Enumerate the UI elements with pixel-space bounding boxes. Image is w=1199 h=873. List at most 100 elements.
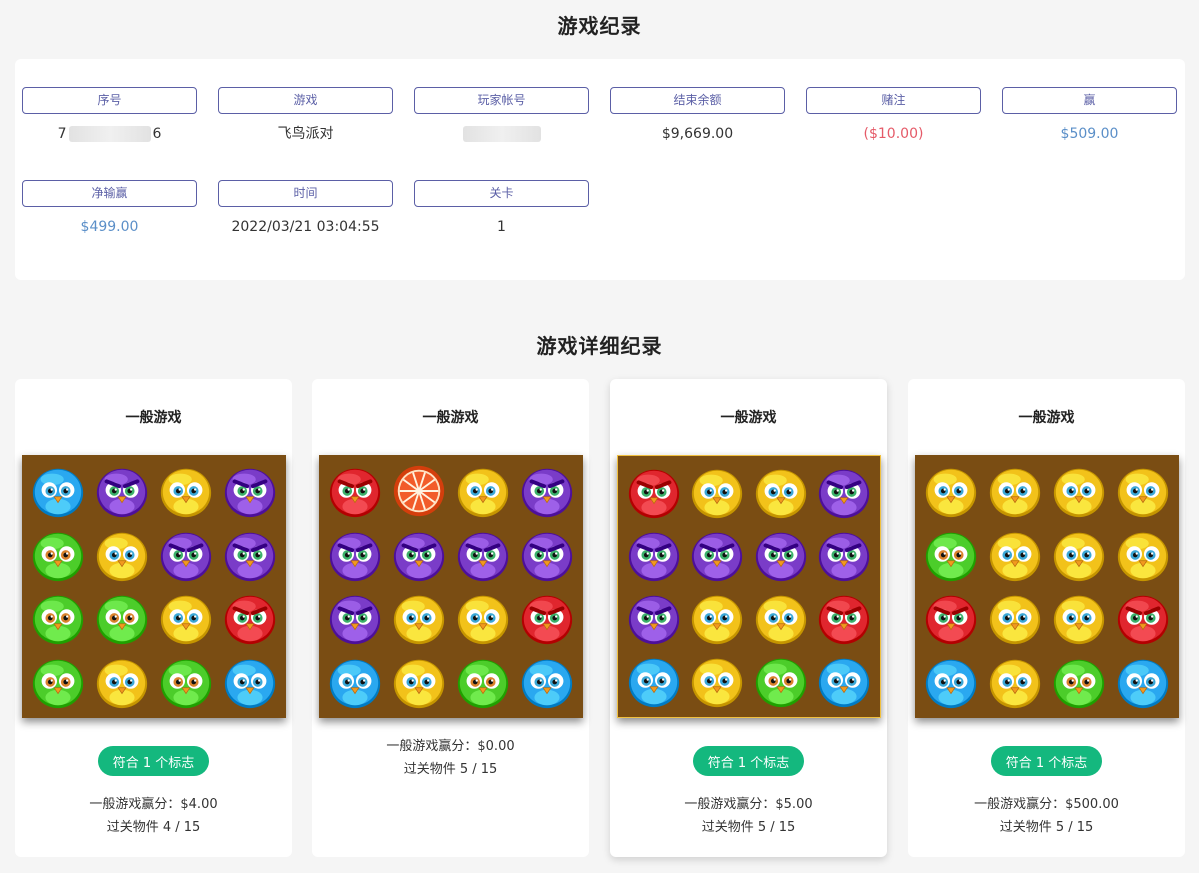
serial-prefix: 7 bbox=[57, 126, 67, 142]
yellow-bird-icon bbox=[451, 587, 515, 651]
blue-bird-icon bbox=[919, 650, 983, 714]
blue-bird-icon bbox=[26, 459, 90, 523]
field-label: 游戏 bbox=[218, 87, 393, 114]
purple-bird-icon bbox=[813, 523, 877, 586]
field-label: 关卡 bbox=[414, 180, 589, 207]
yellow-bird-icon bbox=[1047, 459, 1111, 523]
symbol-board bbox=[319, 455, 583, 718]
blue-bird-icon bbox=[515, 650, 579, 714]
field-value-player-account bbox=[414, 124, 589, 144]
symbol-board bbox=[915, 455, 1179, 718]
yellow-bird-icon bbox=[90, 650, 154, 714]
yellow-bird-icon bbox=[983, 523, 1047, 587]
yellow-bird-icon bbox=[749, 460, 813, 523]
match-symbol-button[interactable]: 符合 1 个标志 bbox=[98, 746, 209, 776]
green-bird-icon bbox=[26, 523, 90, 587]
red-bird-icon bbox=[515, 587, 579, 651]
green-bird-icon bbox=[154, 650, 218, 714]
page-title: 游戏纪录 bbox=[557, 14, 642, 38]
purple-bird-icon bbox=[813, 460, 877, 523]
yellow-bird-icon bbox=[749, 587, 813, 650]
field-label: 赌注 bbox=[806, 87, 981, 114]
field-label: 赢 bbox=[1002, 87, 1177, 114]
field-level: 关卡 1 bbox=[414, 180, 589, 237]
masked-account bbox=[462, 126, 541, 142]
purple-bird-icon bbox=[154, 523, 218, 587]
green-bird-icon bbox=[90, 587, 154, 651]
field-value-win: $509.00 bbox=[1060, 126, 1119, 142]
yellow-bird-icon bbox=[387, 650, 451, 714]
blue-bird-icon bbox=[813, 650, 877, 713]
green-bird-icon bbox=[451, 650, 515, 714]
field-value-end-balance: $9,669.00 bbox=[661, 126, 734, 142]
yellow-bird-icon bbox=[90, 523, 154, 587]
field-value-net-win: $499.00 bbox=[80, 219, 139, 235]
red-bird-icon bbox=[622, 460, 686, 523]
purple-bird-icon bbox=[218, 459, 282, 523]
yellow-bird-icon bbox=[983, 650, 1047, 714]
field-value-serial: 76 bbox=[22, 124, 197, 144]
green-bird-icon bbox=[749, 650, 813, 713]
round-title: 一般游戏 bbox=[720, 410, 777, 426]
yellow-bird-icon bbox=[686, 587, 750, 650]
round-card-3: 一般游戏 符合 1 个标志 一般游戏赢分：$5.00 过关物件 5 / 15 bbox=[610, 379, 887, 857]
field-label: 玩家帐号 bbox=[414, 87, 589, 114]
yellow-bird-icon bbox=[983, 459, 1047, 523]
purple-bird-icon bbox=[515, 459, 579, 523]
section-title: 游戏详细纪录 bbox=[536, 334, 663, 358]
purple-bird-icon bbox=[515, 523, 579, 587]
field-time: 时间 2022/03/21 03:04:55 bbox=[218, 180, 393, 237]
yellow-bird-icon bbox=[919, 459, 983, 523]
game-summary-card: 序号 76 游戏 飞鸟派对 玩家帐号 结束余额 $9,669.00 赌注 ($1… bbox=[15, 59, 1185, 280]
purple-bird-icon bbox=[323, 587, 387, 651]
round-score: 一般游戏赢分：$4.00 bbox=[89, 797, 218, 812]
yellow-bird-icon bbox=[1111, 523, 1175, 587]
serial-suffix: 6 bbox=[152, 126, 162, 142]
field-label: 净输赢 bbox=[22, 180, 197, 207]
yellow-bird-icon bbox=[154, 459, 218, 523]
purple-bird-icon bbox=[451, 523, 515, 587]
yellow-bird-icon bbox=[1047, 587, 1111, 651]
field-bet: 赌注 ($10.00) bbox=[806, 87, 981, 144]
round-title: 一般游戏 bbox=[422, 410, 479, 426]
round-title: 一般游戏 bbox=[125, 410, 182, 426]
yellow-bird-icon bbox=[686, 460, 750, 523]
green-bird-icon bbox=[26, 650, 90, 714]
field-value-time: 2022/03/21 03:04:55 bbox=[231, 219, 380, 235]
green-bird-icon bbox=[1047, 650, 1111, 714]
match-symbol-button[interactable]: 符合 1 个标志 bbox=[693, 746, 804, 776]
round-card-4: 一般游戏 符合 1 个标志 一般游戏赢分：$500.00 过关物件 5 / 15 bbox=[908, 379, 1185, 857]
red-bird-icon bbox=[813, 587, 877, 650]
red-bird-icon bbox=[218, 587, 282, 651]
yellow-bird-icon bbox=[154, 587, 218, 651]
symbol-board bbox=[22, 455, 286, 718]
field-value-bet: ($10.00) bbox=[863, 126, 924, 142]
field-player-account: 玩家帐号 bbox=[414, 87, 589, 144]
yellow-bird-icon bbox=[451, 459, 515, 523]
yellow-bird-icon bbox=[1047, 523, 1111, 587]
purple-bird-icon bbox=[218, 523, 282, 587]
red-bird-icon bbox=[1111, 587, 1175, 651]
purple-bird-icon bbox=[749, 523, 813, 586]
blue-bird-icon bbox=[1111, 650, 1175, 714]
blue-bird-icon bbox=[323, 650, 387, 714]
yellow-bird-icon bbox=[686, 650, 750, 713]
round-score: 一般游戏赢分：$0.00 bbox=[386, 739, 515, 754]
round-title: 一般游戏 bbox=[1018, 410, 1075, 426]
field-serial: 序号 76 bbox=[22, 87, 197, 144]
purple-bird-icon bbox=[323, 523, 387, 587]
purple-bird-icon bbox=[686, 523, 750, 586]
round-objects: 过关物件 5 / 15 bbox=[999, 820, 1094, 835]
grapefruit-icon bbox=[387, 459, 451, 523]
red-bird-icon bbox=[919, 587, 983, 651]
round-objects: 过关物件 5 / 15 bbox=[403, 762, 498, 777]
round-card-2: 一般游戏 一般游戏赢分：$0.00 过关物件 5 / 15 bbox=[312, 379, 589, 857]
symbol-board bbox=[617, 455, 881, 718]
purple-bird-icon bbox=[622, 523, 686, 586]
green-bird-icon bbox=[26, 587, 90, 651]
round-score: 一般游戏赢分：$5.00 bbox=[684, 797, 813, 812]
round-card-1: 一般游戏 符合 1 个标志 一般游戏赢分：$4.00 过关物件 4 / 15 bbox=[15, 379, 292, 857]
match-symbol-button[interactable]: 符合 1 个标志 bbox=[991, 746, 1102, 776]
round-objects: 过关物件 5 / 15 bbox=[701, 820, 796, 835]
field-value-level: 1 bbox=[497, 219, 506, 235]
